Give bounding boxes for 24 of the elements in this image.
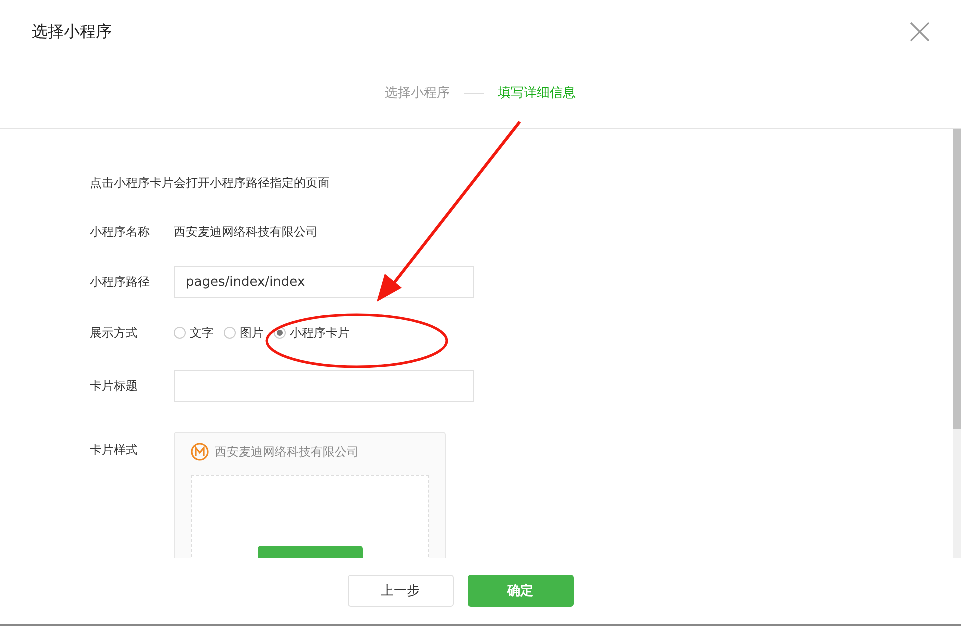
intro-text: 点击小程序卡片会打开小程序路径指定的页面 bbox=[90, 175, 331, 192]
field-label: 小程序路径 bbox=[90, 274, 151, 290]
radio-icon[interactable] bbox=[174, 327, 186, 339]
title-input[interactable] bbox=[174, 370, 474, 402]
field-label: 卡片标题 bbox=[90, 378, 139, 394]
card-name: 西安麦迪网络科技有限公司 bbox=[215, 444, 359, 460]
step-label: 填写详细信息 bbox=[498, 85, 576, 102]
path-input[interactable]: pages/index/index bbox=[174, 266, 474, 298]
radio-option[interactable]: 文字 bbox=[174, 324, 214, 342]
field-label: 卡片样式 bbox=[90, 442, 139, 459]
step-label: 选择小程序 bbox=[385, 85, 450, 102]
field-label: 展示方式 bbox=[90, 324, 139, 342]
radio-option[interactable]: 小程序卡片 bbox=[274, 324, 350, 342]
back-button[interactable]: 上一步 bbox=[348, 575, 454, 607]
upload-button[interactable] bbox=[258, 546, 362, 558]
radio-icon[interactable] bbox=[224, 327, 236, 339]
field-label: 小程序名称 bbox=[90, 224, 151, 240]
scrollbar-thumb[interactable] bbox=[953, 129, 961, 429]
close-button[interactable] bbox=[909, 21, 931, 43]
logo-icon bbox=[191, 443, 209, 461]
radio-icon[interactable] bbox=[274, 327, 286, 339]
radio-option[interactable]: 图片 bbox=[224, 324, 264, 342]
field-value: 西安麦迪网络科技有限公司 bbox=[174, 224, 318, 240]
dialog-title: 选择小程序 bbox=[32, 22, 112, 42]
